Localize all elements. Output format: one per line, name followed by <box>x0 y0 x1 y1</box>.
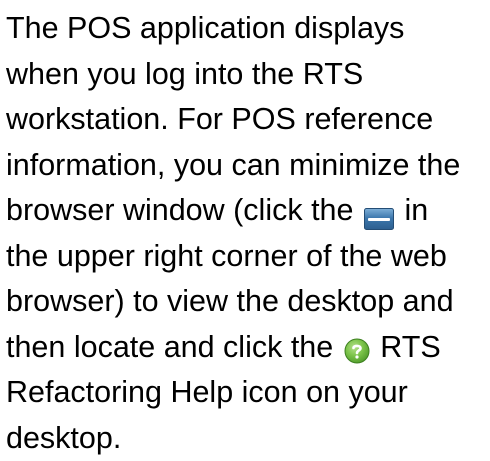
text-line-8: then locate and click the RTS <box>6 325 490 371</box>
text-line-2: when you log into the RTS <box>6 52 490 98</box>
text-line-5-part-1: browser window (click the <box>6 193 353 227</box>
text-line-4: information, you can minimize the <box>6 143 490 189</box>
text-line-6: the upper right corner of the web <box>6 234 490 280</box>
text-line-3: workstation. For POS reference <box>6 97 490 143</box>
text-line-8-part-2: RTS <box>380 330 440 364</box>
text-line-9: Refactoring Help icon on your <box>6 370 490 416</box>
text-line-7: browser) to view the desktop and <box>6 279 490 325</box>
help-paragraph: The POS application displays when you lo… <box>6 6 490 461</box>
help-question-icon <box>344 332 370 358</box>
text-line-8-part-1: then locate and click the <box>6 330 333 364</box>
text-line-5: browser window (click the in <box>6 188 490 234</box>
minimize-button-icon <box>364 198 394 220</box>
text-line-10: desktop. <box>6 416 490 461</box>
text-line-1: The POS application displays <box>6 6 490 52</box>
text-line-5-part-2: in <box>404 193 428 227</box>
